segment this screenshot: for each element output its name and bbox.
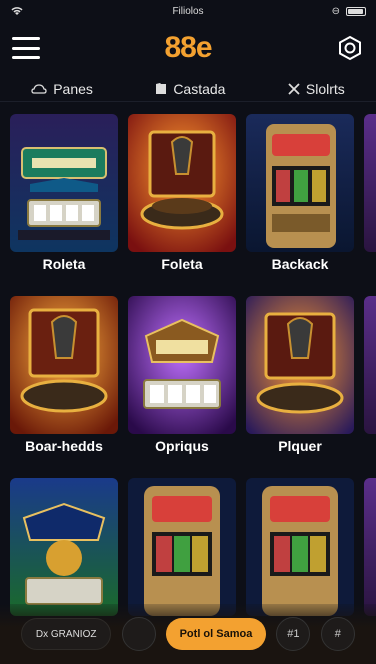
game-thumbnail bbox=[10, 296, 118, 434]
game-card[interactable]: Boar-hedds bbox=[10, 296, 118, 456]
tab-label: Panes bbox=[53, 80, 93, 97]
game-title: Foleta bbox=[161, 256, 203, 272]
next-card-peek[interactable] bbox=[364, 296, 376, 434]
next-card-peek[interactable] bbox=[364, 114, 376, 252]
game-title: Roleta bbox=[42, 256, 86, 272]
signal-icon: ⊖ bbox=[331, 5, 340, 17]
game-title: Plquer bbox=[278, 438, 322, 454]
bottom-button-2[interactable]: #1 bbox=[276, 617, 311, 651]
game-grid: Roleta Foleta Backack Boar-hedds Opriqus… bbox=[10, 114, 376, 660]
game-title: Boar-hedds bbox=[25, 438, 103, 454]
game-thumbnail bbox=[128, 296, 236, 434]
game-thumbnail bbox=[246, 478, 354, 616]
tab-label: Slolrts bbox=[305, 80, 345, 97]
game-card[interactable]: Opriqus bbox=[128, 296, 236, 456]
bottom-bar: Dx GRANIOZ Potl ol Samoa #1 # bbox=[0, 604, 376, 664]
bottom-button-3[interactable]: # bbox=[320, 617, 355, 651]
tab-panes[interactable]: Panes bbox=[31, 81, 93, 97]
game-card[interactable]: Roleta bbox=[10, 114, 118, 274]
tab-castada[interactable]: Castada bbox=[155, 81, 225, 97]
game-thumbnail bbox=[10, 114, 118, 252]
cta-button[interactable]: Potl ol Samoa bbox=[165, 618, 266, 650]
app-header: 88e bbox=[0, 22, 376, 74]
bottom-circle-button[interactable] bbox=[121, 617, 156, 651]
brand-logo[interactable]: 88e bbox=[164, 31, 212, 65]
game-card[interactable]: Plquer bbox=[246, 296, 354, 456]
game-title: Backack bbox=[271, 256, 329, 272]
menu-icon[interactable] bbox=[12, 37, 40, 59]
settings-hex-icon[interactable] bbox=[336, 34, 364, 62]
game-row: Boar-hedds Opriqus Plquer bbox=[10, 296, 376, 456]
game-row: Roleta Foleta Backack bbox=[10, 114, 376, 274]
battery-icon bbox=[346, 6, 366, 16]
status-bar: Filiolos ⊖ bbox=[0, 0, 376, 22]
wifi-icon bbox=[10, 6, 70, 16]
game-card[interactable]: Foleta bbox=[128, 114, 236, 274]
category-tabs: Panes Castada Slolrts bbox=[0, 76, 376, 102]
game-title: Opriqus bbox=[155, 438, 209, 454]
card-icon bbox=[156, 83, 167, 94]
game-thumbnail bbox=[128, 114, 236, 252]
tab-slolrts[interactable]: Slolrts bbox=[288, 81, 345, 97]
game-thumbnail bbox=[246, 114, 354, 252]
status-title: Filiolos bbox=[172, 5, 204, 17]
cloud-icon bbox=[31, 83, 47, 94]
game-thumbnail bbox=[246, 296, 354, 434]
next-card-peek[interactable] bbox=[364, 478, 376, 616]
game-thumbnail bbox=[10, 478, 118, 616]
tab-label: Castada bbox=[173, 80, 226, 97]
game-card[interactable]: Backack bbox=[246, 114, 354, 274]
game-thumbnail bbox=[128, 478, 236, 616]
bottom-left-button[interactable]: Dx GRANIOZ bbox=[21, 618, 112, 650]
close-icon bbox=[288, 82, 300, 95]
